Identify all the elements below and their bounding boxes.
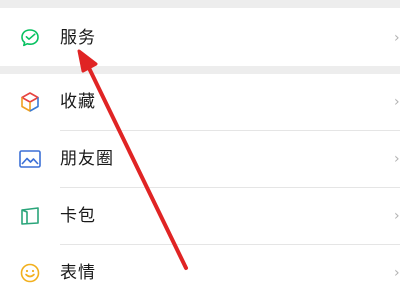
menu-item-services[interactable]: 服务 ›: [0, 10, 400, 66]
cube-favorites-icon: [18, 90, 42, 114]
chevron-right-icon: ›: [394, 94, 400, 110]
menu-item-moments[interactable]: 朋友圈 ›: [0, 131, 400, 187]
wechat-pay-icon: [18, 26, 42, 50]
menu-group-main: 收藏 › 朋友圈 › 卡包 › 表情 ›: [0, 74, 400, 300]
menu-item-stickers[interactable]: 表情 ›: [0, 245, 400, 300]
chevron-right-icon: ›: [394, 208, 400, 224]
chevron-right-icon: ›: [394, 265, 400, 281]
top-gap: [0, 0, 400, 8]
menu-group-services: 服务 ›: [0, 8, 400, 66]
smiley-sticker-icon: [18, 261, 42, 285]
menu-item-label: 卡包: [60, 206, 96, 226]
menu-item-favorites[interactable]: 收藏 ›: [0, 74, 400, 130]
wallet-card-icon: [18, 204, 42, 228]
chevron-right-icon: ›: [394, 151, 400, 167]
menu-item-cards[interactable]: 卡包 ›: [0, 188, 400, 244]
settings-screen: 服务 › 收藏 › 朋友圈 › 卡包 › 表情 ›: [0, 0, 400, 300]
menu-item-label: 收藏: [60, 92, 96, 112]
image-moments-icon: [18, 147, 42, 171]
chevron-right-icon: ›: [394, 30, 400, 46]
menu-item-label: 服务: [60, 28, 96, 48]
menu-item-label: 朋友圈: [60, 149, 114, 169]
menu-item-label: 表情: [60, 263, 96, 283]
